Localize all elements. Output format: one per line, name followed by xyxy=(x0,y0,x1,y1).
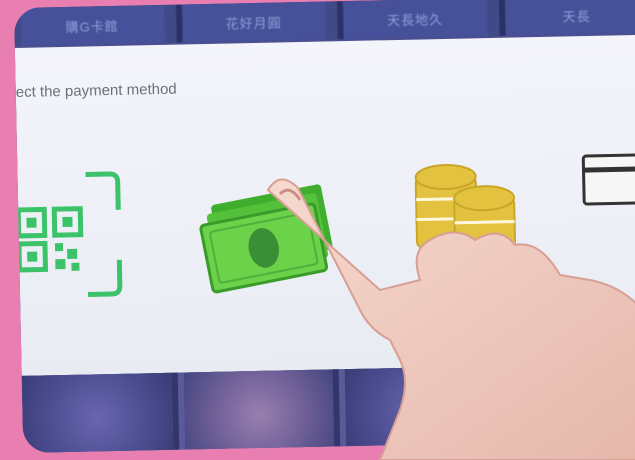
product-tile[interactable] xyxy=(506,362,635,446)
qr-code-icon[interactable] xyxy=(14,164,124,306)
product-tile[interactable] xyxy=(183,369,341,453)
product-tiles-row xyxy=(21,362,635,453)
tab-1[interactable]: 購G卡館 xyxy=(19,4,165,46)
payment-panel: ect the payment method xyxy=(14,34,635,376)
kiosk-screen: 購G卡館 花好月圓 天長地久 天長 ect the payment method xyxy=(14,0,635,453)
payment-prompt: ect the payment method xyxy=(15,80,177,101)
tab-3[interactable]: 天長地久 xyxy=(336,0,488,40)
tab-2[interactable]: 花好月圓 xyxy=(175,1,326,43)
card-icon[interactable] xyxy=(579,145,635,242)
product-tile[interactable] xyxy=(344,365,502,450)
tab-4[interactable]: 天長 xyxy=(498,0,635,36)
cash-icon[interactable] xyxy=(193,181,345,294)
coins-icon[interactable] xyxy=(407,147,520,284)
product-tile[interactable] xyxy=(21,372,179,453)
